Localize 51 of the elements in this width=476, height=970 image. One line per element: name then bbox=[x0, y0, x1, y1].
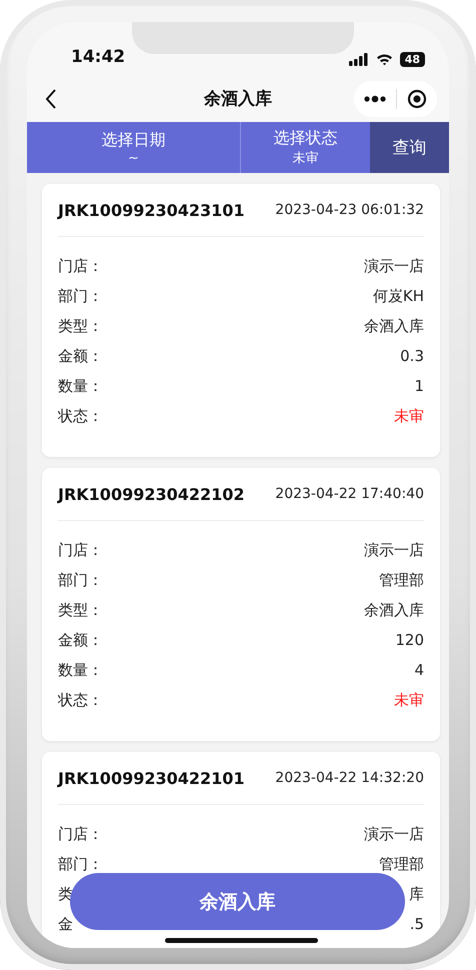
field-value: 演示一店 bbox=[364, 256, 424, 276]
field-label: 数量： bbox=[58, 376, 103, 396]
battery-level: 48 bbox=[400, 52, 425, 67]
field-label: 金额： bbox=[58, 346, 103, 366]
record-time: 2023-04-22 14:32:20 bbox=[275, 770, 424, 786]
record-time: 2023-04-23 06:01:32 bbox=[275, 202, 424, 218]
more-icon[interactable] bbox=[364, 94, 386, 102]
field-label: 部门： bbox=[58, 854, 103, 874]
field-label: 门店： bbox=[58, 256, 103, 276]
field-value: 库 bbox=[409, 884, 424, 904]
field-value: 演示一店 bbox=[364, 540, 424, 560]
field-label: 门店： bbox=[58, 540, 103, 560]
field-label: 数量： bbox=[58, 660, 103, 680]
field-value: 何岌KH bbox=[372, 286, 424, 306]
field-label: 门店： bbox=[58, 824, 103, 844]
field-value: 1 bbox=[414, 377, 424, 395]
field-label: 金额： bbox=[58, 630, 103, 650]
field-value: 未审 bbox=[394, 690, 424, 710]
status-time: 14:42 bbox=[71, 47, 126, 67]
field-value: 管理部 bbox=[379, 854, 424, 874]
record-code: JRK10099230422102 bbox=[58, 484, 245, 504]
field-label: 类型： bbox=[58, 316, 103, 336]
field-value: 未审 bbox=[394, 406, 424, 426]
field-value: 余酒入库 bbox=[364, 316, 424, 336]
filter-picker[interactable]: 选择状态 未审 bbox=[241, 122, 370, 173]
wifi-icon bbox=[376, 53, 393, 66]
record-card[interactable]: JRK10099230422102 2023-04-22 17:40:40 门店： 演示一店 部门： 管理部 类型： 余酒入库 金额： 120 数量： 4 状态： 未审 bbox=[42, 468, 440, 741]
field-value: .5 bbox=[410, 915, 424, 933]
field-value: 管理部 bbox=[379, 570, 424, 590]
field-value: 120 bbox=[395, 631, 424, 649]
page-title: 余酒入库 bbox=[202, 88, 273, 110]
field-value: 演示一店 bbox=[364, 824, 424, 844]
query-button[interactable]: 查询 bbox=[370, 122, 449, 173]
back-icon[interactable] bbox=[45, 88, 57, 108]
field-label: 类 bbox=[58, 884, 73, 904]
record-card[interactable]: JRK10099230423101 2023-04-23 06:01:32 门店： 演示一店 部门： 何岌KH 类型： 余酒入库 金额： 0.3 数量： 1 状态： 未审 bbox=[42, 184, 440, 457]
record-time: 2023-04-22 17:40:40 bbox=[275, 486, 424, 502]
field-value: 4 bbox=[414, 661, 424, 679]
field-label: 类型： bbox=[58, 600, 103, 620]
record-code: JRK10099230422101 bbox=[58, 768, 245, 788]
filter-picker[interactable]: 选择日期 ~ bbox=[27, 122, 241, 173]
field-value: 0.3 bbox=[400, 347, 424, 365]
field-label: 部门： bbox=[58, 286, 103, 306]
close-icon[interactable] bbox=[407, 88, 427, 108]
field-label: 部门： bbox=[58, 570, 103, 590]
field-label: 状态： bbox=[58, 690, 103, 710]
field-value: 余酒入库 bbox=[364, 600, 424, 620]
record-code: JRK10099230423101 bbox=[58, 200, 245, 220]
signal-icon bbox=[348, 53, 369, 66]
field-label: 状态： bbox=[58, 406, 103, 426]
field-label: 金 bbox=[58, 914, 73, 934]
